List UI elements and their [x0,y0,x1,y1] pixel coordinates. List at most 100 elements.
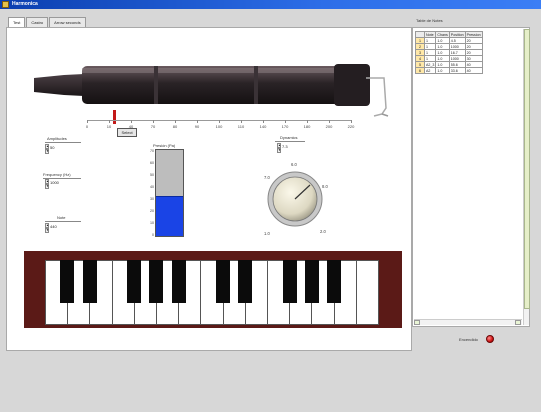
note-value[interactable]: 440 [50,224,57,229]
vertical-scrollbar[interactable] [523,29,530,325]
scale-label: 200 [325,124,333,129]
black-key[interactable] [171,260,186,303]
black-key[interactable] [127,260,142,303]
application-window: Harmonica Test Castro Arrow seconds 0 10… [0,0,541,412]
amplitude-input[interactable]: ▲ ▼ 50 [45,144,54,154]
spin-down-icon[interactable]: ▼ [45,149,49,154]
scale-tick [219,120,220,123]
scale-tick [329,120,330,123]
amplitude-spinner[interactable]: ▲ ▼ [45,144,49,154]
scale-tick [109,120,110,123]
pressure-level [156,196,183,236]
scale-label: 10 [106,124,112,129]
harmonica-image [34,64,389,117]
dial-label: 8.0 [322,184,328,189]
dial-label: 7.0 [264,175,270,180]
dial-label: 6.0 [291,162,297,167]
spin-down-icon[interactable]: ▼ [45,228,49,233]
pressure-tick: 20 [150,209,154,213]
scale-label: 100 [215,124,223,129]
piano-keyboard [24,251,402,328]
scale-label: 80 [172,124,178,129]
pressure-tank [155,149,184,237]
scrollbar-thumb[interactable] [524,29,530,309]
amplitude-label: Amplitudes [47,136,67,141]
scale-label: 220 [347,124,355,129]
pressure-tick: 60 [150,161,154,165]
spin-down-icon[interactable]: ▼ [277,148,281,153]
main-panel: 0 10 40 70 80 90 100 110 140 170 180 200… [6,27,412,351]
note-spinner[interactable]: ▲ ▼ [45,223,49,233]
notes-table-panel: Note Chans Position Pression 1 1 1.0 4.5… [412,27,530,327]
tab-arrow-seconds[interactable]: Arrow seconds [49,17,86,27]
indicator-label: Encendido [459,337,478,342]
black-key[interactable] [216,260,231,303]
note-underline [45,221,81,222]
tab-castro[interactable]: Castro [26,17,49,27]
scale-tick [131,120,132,123]
black-key[interactable] [282,260,297,303]
note-input[interactable]: ▲ ▼ 440 [45,223,57,233]
frequency-input[interactable]: ▲ ▼ 1000 [45,179,59,189]
table-row[interactable]: 6 A2 1.0 33.6 40 [415,67,483,74]
dynamics-spinner[interactable]: ▲ ▼ [277,143,281,153]
dynamics-underline [275,141,305,142]
scale-tick [175,120,176,123]
scroll-left-button[interactable] [414,320,420,325]
dynamics-label: Dynamics [280,135,298,140]
cell-pression[interactable]: 40 [464,67,483,74]
pressure-tick: 0 [152,233,154,237]
pressure-tick: 10 [150,221,154,225]
scale-label: 170 [281,124,289,129]
scale-tick [87,120,88,123]
cell-chans[interactable]: 1.0 [435,67,450,74]
cell-position[interactable]: 33.6 [448,67,466,74]
black-key[interactable] [305,260,320,303]
black-key[interactable] [149,260,164,303]
scale-label: 140 [259,124,267,129]
scroll-right-button[interactable] [515,320,521,325]
black-key[interactable] [82,260,97,303]
horizontal-scrollbar[interactable] [414,319,522,325]
scale-label: 0 [85,124,89,129]
pressure-tick: 70 [150,149,154,153]
dynamics-knob[interactable]: 6.0 7.0 8.0 1.0 2.0 [250,154,340,244]
amplitude-underline [45,142,81,143]
app-icon [2,1,9,8]
black-key[interactable] [327,260,342,303]
select-button[interactable]: Select [117,128,137,137]
scale-tick [197,120,198,123]
pressure-tick: 30 [150,197,154,201]
dial-label: 1.0 [264,231,270,236]
black-key[interactable] [60,260,75,303]
pressure-tick: 50 [150,173,154,177]
dynamics-value[interactable]: 7.3 [282,144,288,149]
frequency-spinner[interactable]: ▲ ▼ [45,179,49,189]
tab-strip: Test Castro Arrow seconds [8,17,87,28]
scale-tick [241,120,242,123]
pressure-label: Presión (Pa) [153,143,176,148]
frequency-value[interactable]: 1000 [50,180,59,185]
table-title: Table de Notes [416,18,443,23]
row-number[interactable]: 6 [415,67,425,74]
scale-tick [153,120,154,123]
pressure-tick: 40 [150,185,154,189]
notes-table: Note Chans Position Pression 1 1 1.0 4.5… [415,31,483,74]
white-key[interactable] [355,260,380,325]
scale-tick [351,120,352,123]
cell-note[interactable]: A2 [423,67,437,74]
note-label: Note [57,215,66,220]
frequency-label: Frequency (Hz) [43,172,71,177]
title-bar: Harmonica [0,0,541,9]
dynamics-input[interactable]: ▲ ▼ 7.3 [277,143,288,153]
black-key[interactable] [238,260,253,303]
dial-label: 2.0 [320,229,326,234]
window-title: Harmonica [12,1,38,7]
spin-down-icon[interactable]: ▼ [45,184,49,189]
scale-label: 70 [150,124,156,129]
scale-tick [307,120,308,123]
status-led-indicator [486,335,494,343]
scale-label: 110 [237,124,245,129]
pressure-scale: 70 60 50 40 30 20 10 0 [142,149,154,237]
amplitude-value[interactable]: 50 [50,145,54,150]
